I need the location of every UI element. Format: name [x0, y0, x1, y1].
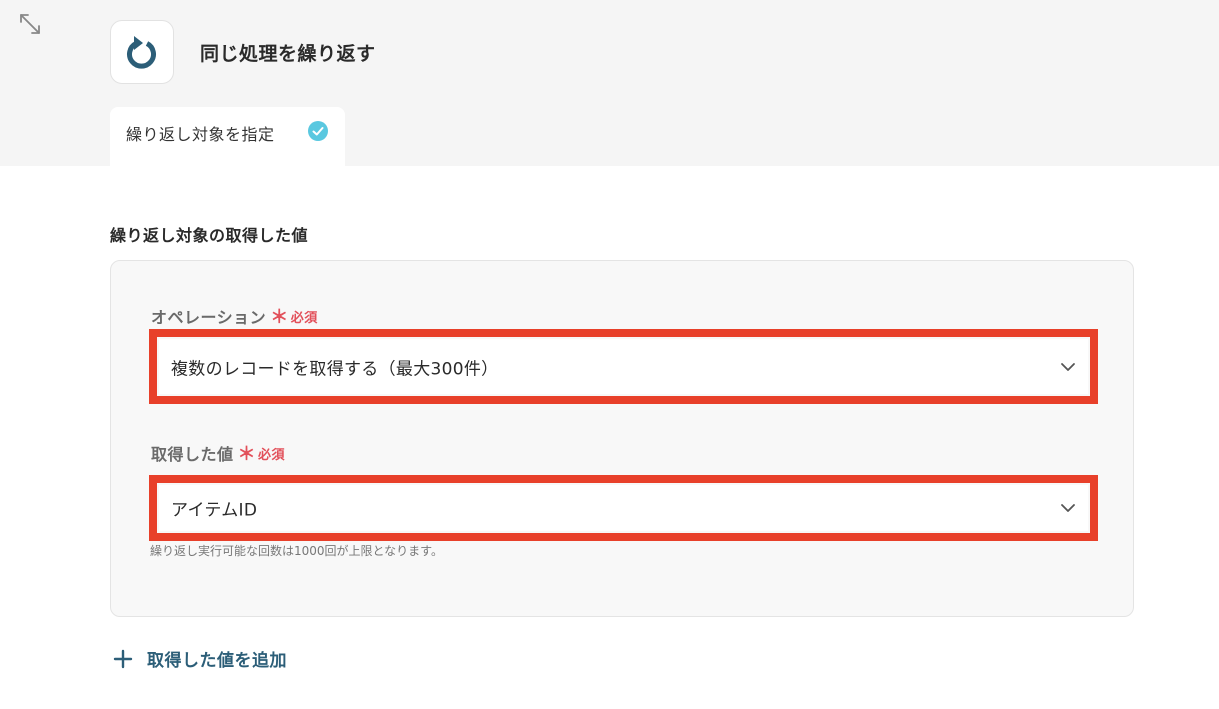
acquired-value-label-text: 取得した値	[151, 445, 234, 464]
required-mark: ＊	[270, 307, 289, 328]
limit-hint: 繰り返し実行可能な回数は1000回が上限となります。	[150, 544, 443, 558]
plus-icon	[113, 649, 133, 668]
required-mark: ＊	[237, 444, 257, 465]
loop-arrow-icon	[127, 36, 156, 69]
operation-label: オペレーション ＊ 必須	[151, 303, 318, 329]
operation-select[interactable]: 複数のレコードを取得する（最大300件）	[159, 339, 1088, 394]
app-icon-container	[110, 20, 174, 84]
acquired-value-select[interactable]: アイテムID	[159, 485, 1088, 531]
check-circle-icon	[308, 121, 328, 141]
section-title: 繰り返し対象の取得した値	[110, 226, 309, 245]
chevron-down-icon	[1061, 504, 1075, 512]
operation-label-text: オペレーション	[151, 308, 267, 327]
tab-label: 繰り返し対象を指定	[126, 125, 275, 144]
acquired-value-label: 取得した値 ＊ 必須	[151, 440, 285, 466]
operation-select-value: 複数のレコードを取得する（最大300件）	[171, 359, 499, 379]
required-text: 必須	[290, 310, 318, 326]
app-title: 同じ処理を繰り返す	[200, 43, 376, 65]
expand-arrows-icon[interactable]	[17, 11, 43, 37]
required-text: 必須	[258, 447, 286, 463]
tab-repeat-target[interactable]: 繰り返し対象を指定	[110, 107, 345, 166]
add-acquired-value-label: 取得した値を追加	[147, 651, 287, 671]
add-acquired-value-button[interactable]: 取得した値を追加	[113, 646, 287, 671]
acquired-value-select-value: アイテムID	[171, 500, 258, 521]
chevron-down-icon	[1061, 362, 1075, 371]
